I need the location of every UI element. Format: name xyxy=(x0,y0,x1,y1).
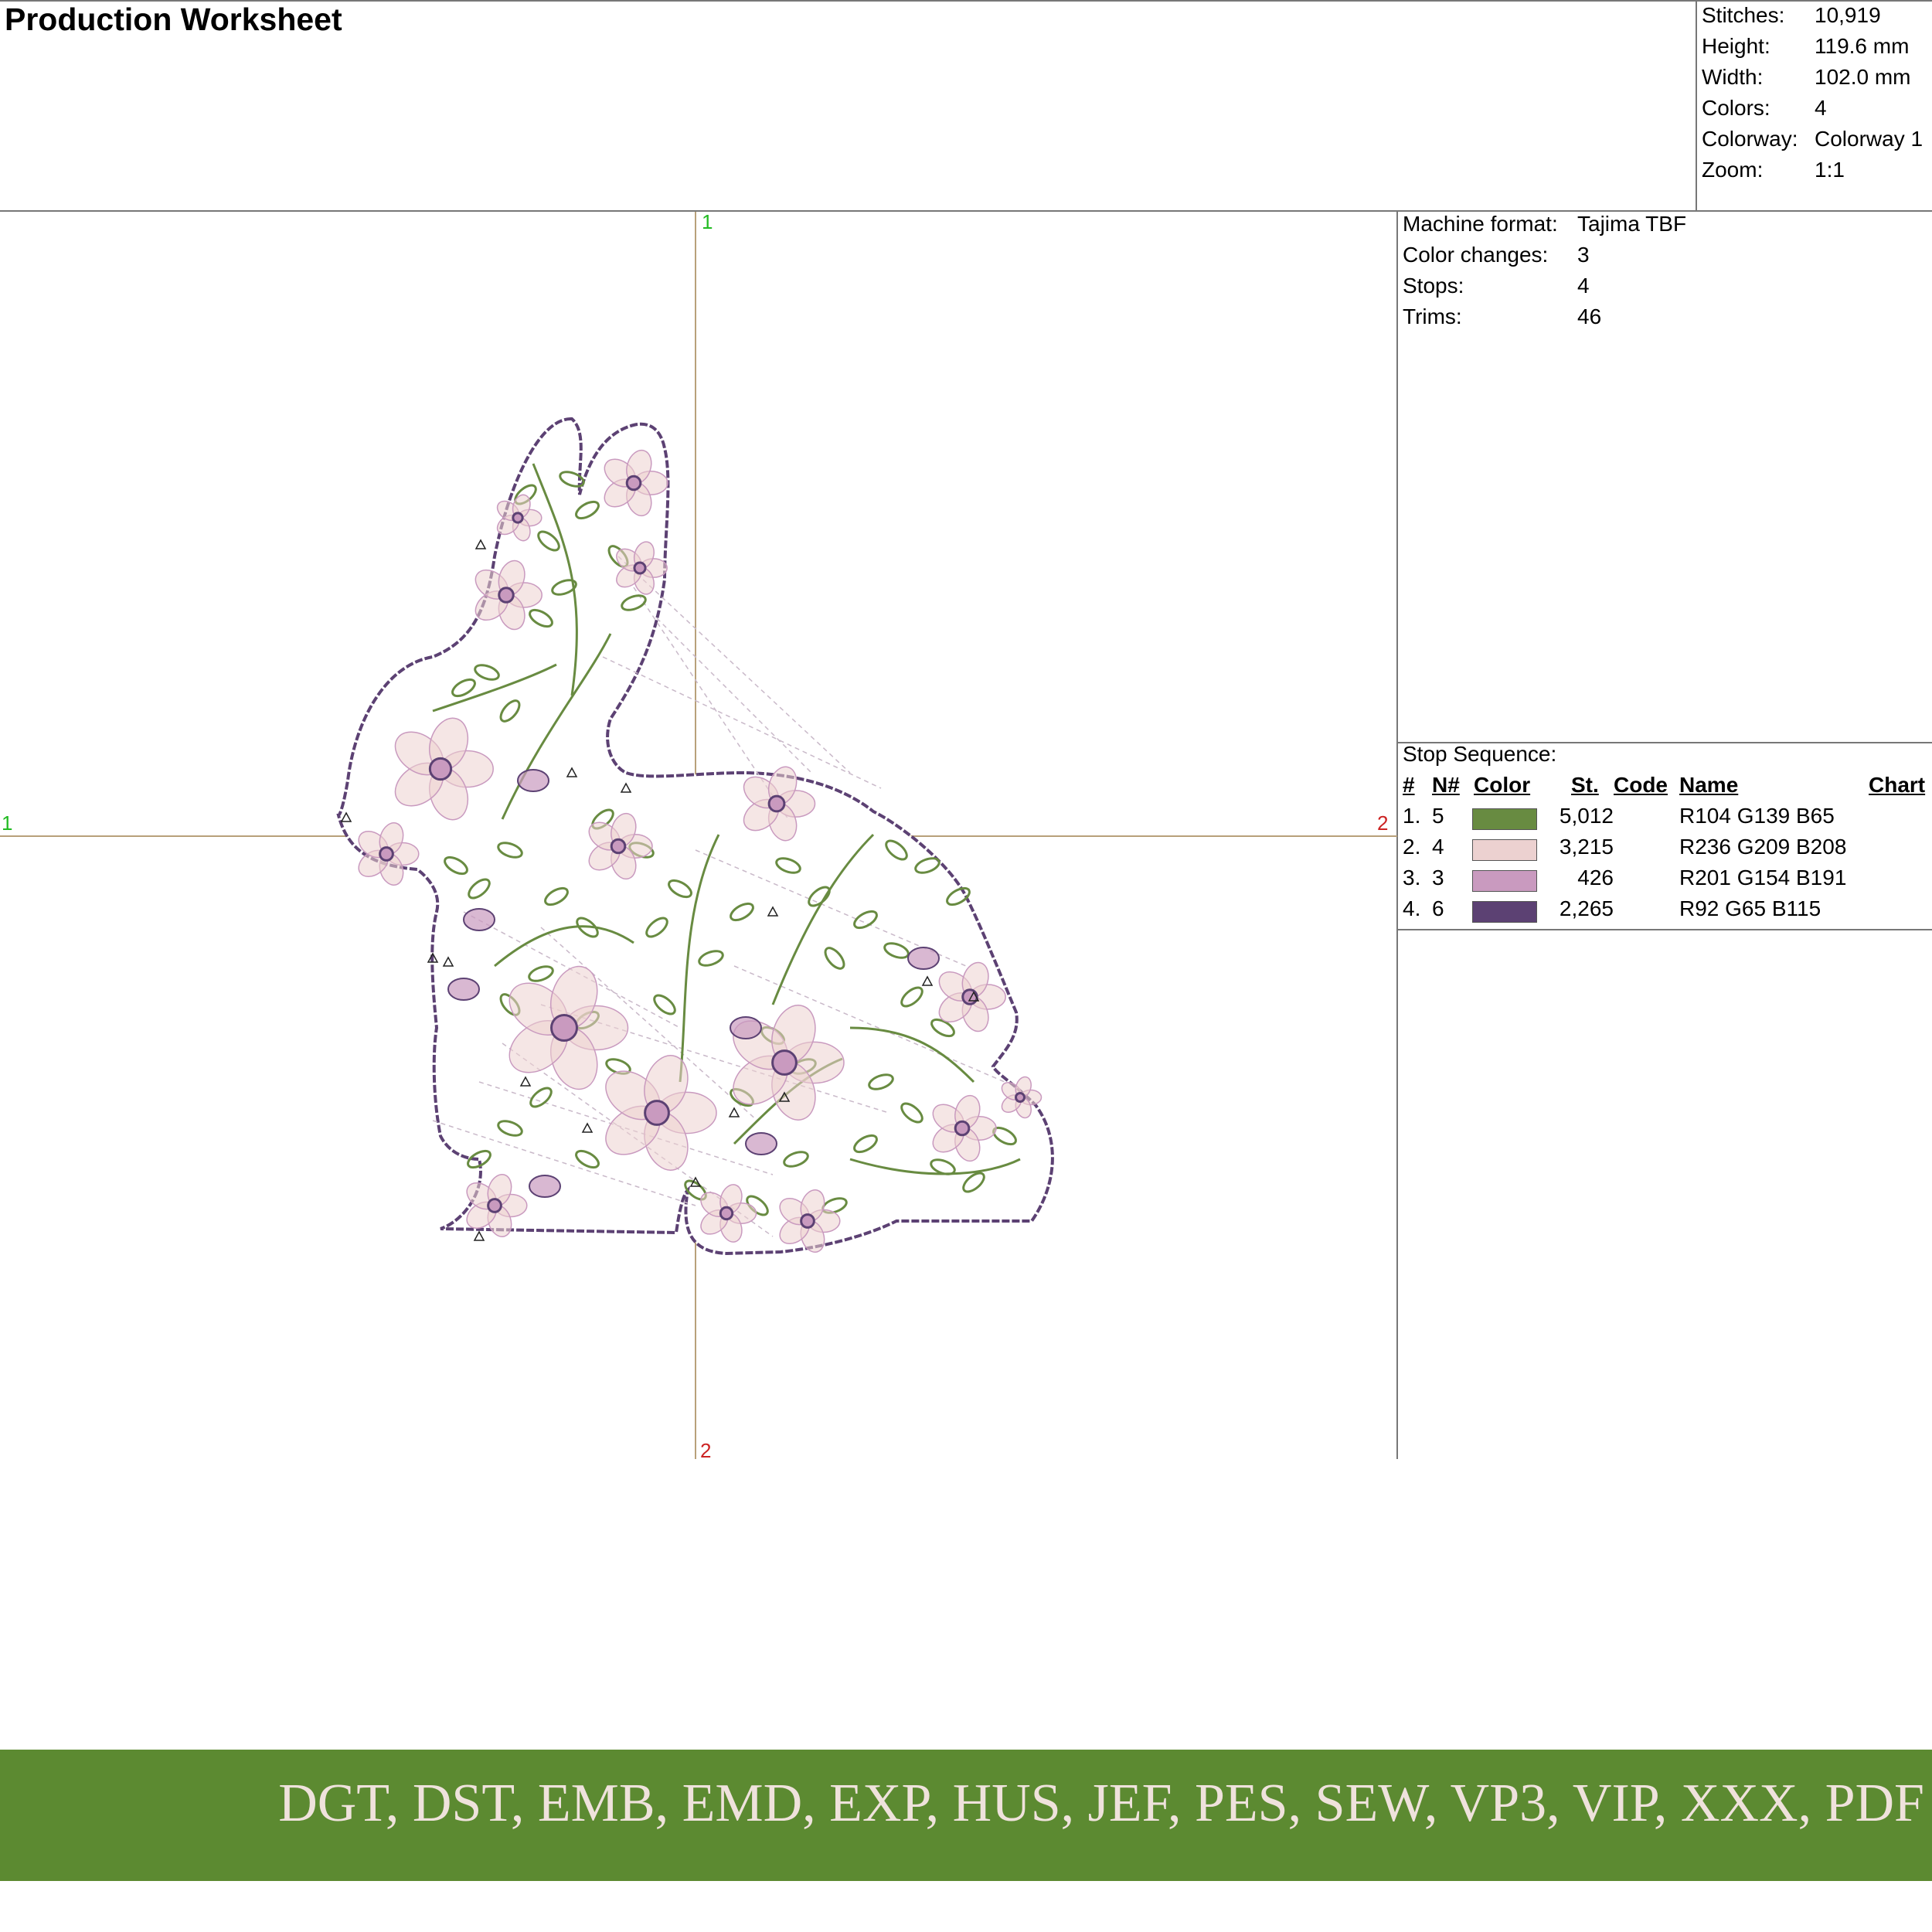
machine-label: Machine format: xyxy=(1403,212,1558,236)
stop-number: 1. xyxy=(1403,804,1421,828)
summary-value: 119.6 mm xyxy=(1815,34,1910,58)
flower-center xyxy=(512,512,524,524)
stop-sequence-bottom-border xyxy=(1397,929,1932,930)
flower-center xyxy=(487,1198,502,1213)
flower-center xyxy=(625,474,642,492)
flower-center xyxy=(498,587,515,604)
thread-color-swatch xyxy=(1472,839,1537,861)
flower-center xyxy=(633,561,647,575)
stitch-count: 426 xyxy=(1577,866,1614,889)
stitch-count: 3,215 xyxy=(1559,835,1614,859)
summary-row: Width: 102.0 mm xyxy=(1702,62,1923,93)
flower-center xyxy=(550,1014,578,1042)
thread-name: R201 G154 B191 xyxy=(1679,866,1847,889)
summary-row: Colorway: Colorway 1 xyxy=(1702,124,1923,155)
axis-label-right: 2 xyxy=(1377,811,1389,835)
summary-value: 10,919 xyxy=(1815,3,1881,27)
machine-value: 3 xyxy=(1577,243,1590,267)
top-border xyxy=(0,0,1932,2)
stitch-count: 2,265 xyxy=(1559,896,1614,920)
summary-label: Colorway: xyxy=(1702,127,1798,151)
summary-value: 1:1 xyxy=(1815,158,1845,182)
axis-label-bottom: 2 xyxy=(700,1439,712,1462)
flower-bud xyxy=(745,1132,777,1155)
flower-center xyxy=(428,757,453,781)
jump-stitch-line xyxy=(656,617,812,774)
needle-number: 4 xyxy=(1432,835,1444,859)
thread-color-swatch xyxy=(1472,808,1537,830)
summary-label: Height: xyxy=(1702,34,1770,58)
summary-value: 4 xyxy=(1815,96,1827,120)
flower-bud xyxy=(517,769,549,792)
stop-number: 3. xyxy=(1403,866,1421,889)
stop-marker xyxy=(473,1230,485,1241)
flower-center xyxy=(954,1120,971,1137)
thread-name: R92 G65 B115 xyxy=(1679,896,1821,920)
file-formats-text: DGT, DST, EMB, EMD, EXP, HUS, JEF, PES, … xyxy=(278,1774,1924,1833)
summary-row: Stitches: 10,919 xyxy=(1702,0,1923,31)
machine-row: Color changes: 3 xyxy=(1403,240,1686,270)
stop-sequence-title: Stop Sequence: xyxy=(1403,742,1557,766)
flower-center xyxy=(767,794,786,813)
header-color: Color xyxy=(1474,773,1531,797)
flower-center xyxy=(800,1213,815,1229)
summary-value: 102.0 mm xyxy=(1815,65,1911,89)
header-chart: Chart xyxy=(1869,773,1926,797)
flower-bud xyxy=(463,908,495,931)
summary-row: Colors: 4 xyxy=(1702,93,1923,124)
flower-center xyxy=(610,838,627,855)
machine-value: 46 xyxy=(1577,304,1602,328)
flower-center xyxy=(379,846,394,862)
machine-row: Machine format: Tajima TBF xyxy=(1403,209,1686,240)
summary-label: Stitches: xyxy=(1702,3,1785,27)
flower-center xyxy=(961,988,978,1005)
machine-label: Trims: xyxy=(1403,304,1462,328)
machine-value: 4 xyxy=(1577,274,1590,298)
summary-label: Colors: xyxy=(1702,96,1770,120)
flower-center xyxy=(644,1100,670,1126)
needle-number: 5 xyxy=(1432,804,1444,828)
header-stitches: St. xyxy=(1571,773,1599,797)
flower-bud xyxy=(447,978,480,1001)
machine-row: Stops: 4 xyxy=(1403,270,1686,301)
axis-label-left: 1 xyxy=(2,811,13,835)
thread-color-swatch xyxy=(1472,870,1537,892)
needle-number: 3 xyxy=(1432,866,1444,889)
machine-label: Stops: xyxy=(1403,274,1464,298)
machine-row: Trims: 46 xyxy=(1403,301,1686,332)
axis-label-top: 1 xyxy=(702,210,713,233)
stop-number: 4. xyxy=(1403,896,1421,920)
summary-label: Zoom: xyxy=(1702,158,1764,182)
flower-bud xyxy=(529,1175,561,1198)
needle-number: 6 xyxy=(1432,896,1444,920)
flower-center xyxy=(1015,1092,1026,1103)
flower-bud xyxy=(730,1016,762,1039)
machine-info: Machine format: Tajima TBF Color changes:… xyxy=(1403,209,1686,332)
jump-stitch-line xyxy=(602,656,882,789)
flower-center xyxy=(719,1206,734,1221)
summary-value: Colorway 1 xyxy=(1815,127,1923,151)
file-formats-banner: DGT, DST, EMB, EMD, EXP, HUS, JEF, PES, … xyxy=(0,1750,1932,1881)
design-summary: Stitches: 10,919 Height: 119.6 mm Width: 10… xyxy=(1702,0,1923,185)
header-code: Code xyxy=(1614,773,1668,797)
header-name: Name xyxy=(1679,773,1739,797)
machine-value: Tajima TBF xyxy=(1577,212,1687,236)
flower-bud xyxy=(907,947,940,970)
summary-divider xyxy=(1696,0,1697,210)
page-title: Production Worksheet xyxy=(5,2,342,37)
summary-label: Width: xyxy=(1702,65,1764,89)
thread-name: R236 G209 B208 xyxy=(1679,835,1847,859)
summary-row: Zoom: 1:1 xyxy=(1702,155,1923,185)
machine-label: Color changes: xyxy=(1403,243,1549,267)
embroidery-design-preview xyxy=(0,212,1397,1459)
stop-marker xyxy=(474,539,487,549)
thread-name: R104 G139 B65 xyxy=(1679,804,1835,828)
flower-center xyxy=(771,1049,798,1076)
stitch-count: 5,012 xyxy=(1559,804,1614,828)
stop-number: 2. xyxy=(1403,835,1421,859)
header-needle: N# xyxy=(1432,773,1460,797)
header-number: # xyxy=(1403,773,1415,797)
thread-color-swatch xyxy=(1472,901,1537,923)
summary-row: Height: 119.6 mm xyxy=(1702,31,1923,62)
